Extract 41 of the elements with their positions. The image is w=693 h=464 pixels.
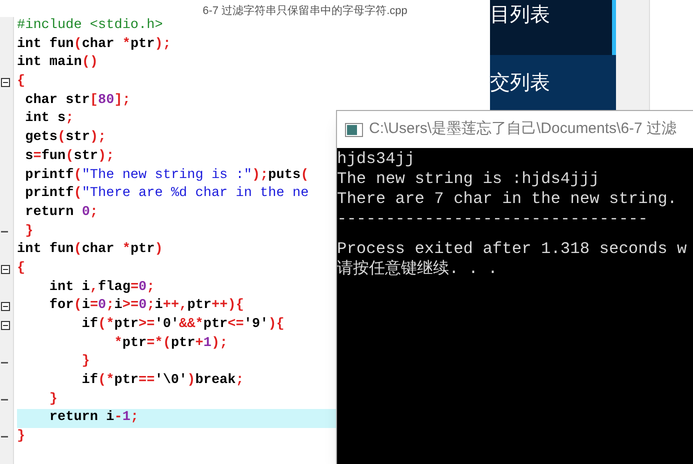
code-line: return 0; — [24, 204, 98, 222]
code-line: s=fun(str); — [24, 148, 114, 166]
collapse-icon[interactable] — [1, 264, 10, 274]
code-line: { — [17, 260, 26, 278]
fold-end-icon — [1, 362, 8, 364]
console-line: There are 7 char in the new string. — [337, 189, 678, 209]
code-line: if(*ptr=='\0')break; — [80, 372, 244, 390]
menu-item[interactable]: 目列表 — [490, 0, 616, 55]
code-line: } — [80, 353, 90, 372]
console-app-icon — [345, 122, 363, 136]
console-line: Process exited after 1.318 seconds w — [337, 239, 688, 259]
code-line: int fun(char *ptr) — [17, 241, 163, 260]
code-line: { — [17, 73, 26, 92]
console-line: hjds34jj — [337, 149, 416, 169]
code-line: gets(str); — [24, 129, 106, 148]
fold-end-icon — [1, 436, 8, 438]
menu-item[interactable]: 交列表 — [490, 55, 616, 110]
code-line: for(i=0;i>=0;i++,ptr++){ — [48, 297, 244, 316]
fold-end-icon — [1, 230, 8, 233]
code-line: #include <stdio.h> — [17, 17, 163, 35]
code-line: int s; — [24, 110, 74, 128]
file-title: 6-7 过滤字符串只保留串中的字母字符.cpp — [202, 5, 408, 17]
code-line: printf("There are %d char in the ne — [24, 185, 309, 204]
code-line: } — [17, 428, 26, 446]
code-line: } — [24, 222, 34, 241]
collapse-icon[interactable] — [1, 302, 10, 312]
code-line: *ptr=*(ptr+1); — [113, 334, 228, 353]
code-line: int i,flag=0; — [48, 278, 155, 297]
code-line: } — [48, 390, 58, 409]
code-line: int fun(char *ptr); — [17, 36, 171, 54]
code-line: printf("The new string is :");puts( — [24, 166, 309, 184]
fold-end-icon — [1, 399, 8, 402]
console-title: C:\Users\是墨莲忘了自己\Documents\6-7 过滤 — [369, 119, 677, 140]
console-line: The new string is :hjds4jjj — [337, 169, 600, 189]
collapse-icon[interactable] — [1, 320, 10, 330]
console-line: -------------------------------- — [337, 209, 649, 229]
code-line: int main() — [17, 54, 98, 72]
code-line: char str[80]; — [24, 92, 130, 110]
collapse-icon[interactable] — [1, 78, 10, 87]
console-line: 请按任意键继续. . . — [337, 259, 499, 279]
code-line: if(*ptr>='0'&&*ptr<='9'){ — [80, 316, 284, 334]
